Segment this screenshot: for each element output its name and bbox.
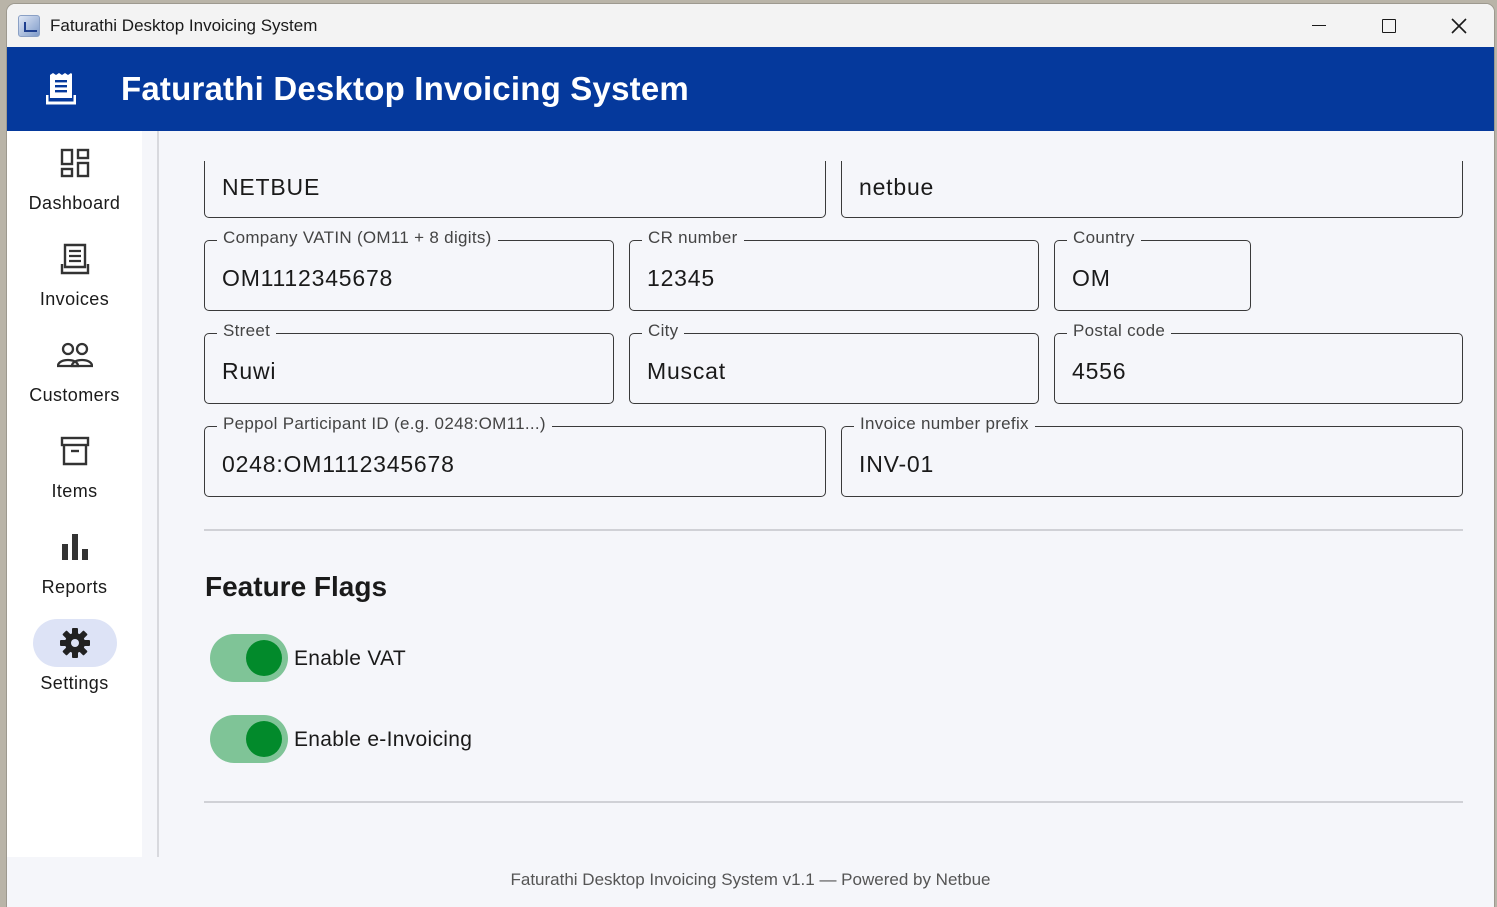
maximize-icon [1382,18,1396,33]
invoice-icon [46,73,76,105]
archive-box-icon [60,436,89,466]
toggle-knob [246,721,282,757]
nav-label: Reports [41,577,108,597]
field-value: 0248:OM1112345678 [222,451,455,477]
enable-vat-label: Enable VAT [294,647,406,670]
field-label: CR number [642,228,744,248]
enable-einvoicing-toggle[interactable] [210,715,288,763]
peppol-id-field[interactable]: Peppol Participant ID (e.g. 0248:OM11...… [204,414,826,497]
field-label: Street [217,321,277,341]
street-field[interactable]: Street Ruwi [204,321,614,404]
nav-label: Customers [29,385,120,405]
enable-einvoicing-label: Enable e-Invoicing [294,728,473,751]
field-label: Company VATIN (OM11 + 8 digits) [217,228,498,248]
sidebar-divider [157,131,159,857]
gear-icon [59,628,90,658]
title-bar: Faturathi Desktop Invoicing System [7,4,1494,47]
field-label: Invoice number prefix [854,414,1035,434]
invoice-icon [60,243,89,275]
nav-icon-container [33,139,117,187]
field-label: Postal code [1067,321,1172,341]
app-header: Faturathi Desktop Invoicing System [7,47,1494,131]
close-button[interactable] [1424,4,1494,47]
city-field[interactable]: City Muscat [629,321,1039,404]
app-title: Faturathi Desktop Invoicing System [121,70,689,107]
sidebar-item-settings[interactable]: Settings [7,619,142,715]
sidebar-item-invoices[interactable]: Invoices [7,235,142,331]
sidebar-item-reports[interactable]: Reports [7,523,142,619]
nav-icon-container [32,619,117,667]
field-label: City [642,321,685,341]
dashboard-icon [60,148,89,178]
sidebar-item-items[interactable]: Items [7,427,142,523]
footer-text: Faturathi Desktop Invoicing System v1.1 … [510,870,991,889]
cr-number-field[interactable]: CR number 12345 [629,228,1039,311]
nav-label: Invoices [39,289,110,309]
company-slug-field[interactable]: netbue [841,161,1463,218]
company-name-field[interactable]: NETBUE [204,161,826,218]
enable-vat-toggle[interactable] [210,634,288,682]
field-label: Country [1067,228,1141,248]
maximize-button[interactable] [1354,4,1424,47]
close-icon [1451,17,1467,34]
field-value: Ruwi [222,358,277,384]
field-value: netbue [859,174,935,200]
nav-icon-container [33,235,117,283]
field-value: 4556 [1072,358,1127,384]
nav-label: Settings [40,673,109,693]
sidebar-nav: Dashboard Invoices Customers Items Repor… [7,131,142,857]
field-value: OM1112345678 [222,265,394,291]
feature-flags-title: Feature Flags [205,571,388,602]
toggle-knob [246,640,282,676]
postal-code-field[interactable]: Postal code 4556 [1054,321,1463,404]
minimize-icon [1312,25,1326,26]
sidebar-item-customers[interactable]: Customers [7,331,142,427]
field-value: 12345 [647,265,715,291]
minimize-button[interactable] [1284,4,1354,47]
app-logo-icon [18,14,40,37]
app-window: Faturathi Desktop Invoicing System Fatur… [7,4,1494,907]
section-divider [204,801,1463,803]
sidebar-item-dashboard[interactable]: Dashboard [7,139,142,235]
country-field[interactable]: Country OM [1054,228,1251,311]
nav-icon-container [33,331,117,379]
section-divider [204,529,1463,531]
nav-label: Items [51,481,98,501]
invoice-prefix-field[interactable]: Invoice number prefix INV-01 [841,414,1463,497]
nav-label: Dashboard [28,193,121,213]
field-value: OM [1072,265,1111,291]
field-value: Muscat [647,358,726,384]
field-value: INV-01 [859,451,935,477]
window-controls [1284,4,1494,47]
nav-icon-container [33,523,117,571]
vatin-field[interactable]: Company VATIN (OM11 + 8 digits) OM111234… [204,228,614,311]
field-value: NETBUE [222,174,321,200]
window-title: Faturathi Desktop Invoicing System [50,15,318,35]
bar-chart-icon [61,534,88,560]
people-icon [56,342,93,368]
nav-icon-container [33,427,117,475]
field-label: Peppol Participant ID (e.g. 0248:OM11...… [217,414,552,434]
